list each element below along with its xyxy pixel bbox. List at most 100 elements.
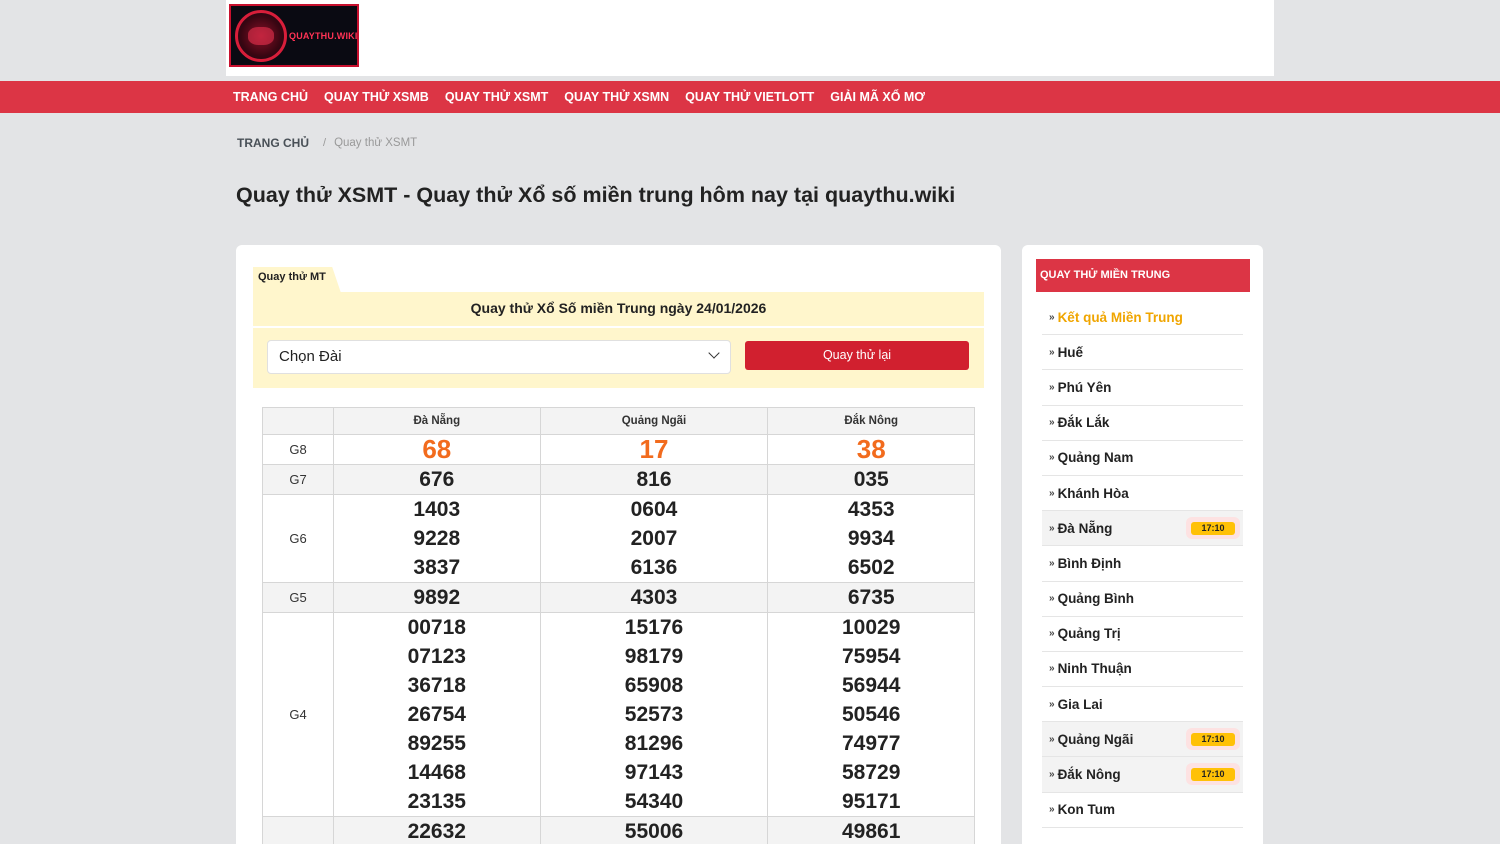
nav-home[interactable]: TRANG CHỦ — [233, 90, 308, 104]
result-number: 0604 — [630, 498, 678, 521]
nav-xsmn[interactable]: QUAY THỬ XSMN — [564, 90, 669, 104]
sidebar-item[interactable]: » Quảng Trị — [1042, 617, 1243, 652]
table-row: G5 9892 4303 6735 — [262, 582, 975, 613]
divider — [253, 326, 984, 328]
result-number: 36718 — [407, 674, 466, 697]
result-cell: 676 — [333, 464, 541, 495]
header-prize — [262, 407, 334, 435]
page-title: Quay thử XSMT - Quay thử Xổ số miền trun… — [236, 183, 956, 207]
header-station: Đắk Nông — [767, 407, 975, 435]
sidebar-item-label: Đắk Lắk — [1057, 415, 1110, 431]
result-number: 52573 — [624, 703, 684, 726]
sidebar-item[interactable]: » Đắk Lắk — [1042, 406, 1243, 441]
sidebar-item[interactable]: » Đắk Nông 17:10 — [1042, 757, 1243, 793]
result-number: 97143 — [624, 761, 684, 784]
double-chevron-right-icon: » — [1049, 522, 1055, 534]
result-cell: 035 — [767, 464, 975, 495]
lottery-panel: Quay thử MT Quay thử Xổ Số miền Trung ng… — [236, 245, 1001, 844]
nav-dream-decoder[interactable]: GIẢI MÃ XỔ MƠ — [830, 90, 925, 104]
result-cell: 38 — [767, 434, 975, 465]
sidebar-item[interactable]: » Khánh Hòa — [1042, 476, 1243, 512]
result-number: 95171 — [842, 790, 901, 813]
result-number: 50546 — [842, 703, 901, 726]
sidebar-item-label: Quảng Bình — [1057, 591, 1135, 607]
sidebar-item[interactable]: » Phú Yên — [1042, 370, 1243, 406]
sidebar-item[interactable]: » Kon Tum — [1042, 793, 1243, 828]
breadcrumb-current: Quay thử XSMT — [334, 137, 418, 149]
retry-button[interactable]: Quay thử lại — [745, 341, 969, 370]
time-badge-wrap: 17:10 — [1186, 517, 1240, 540]
result-number: 3837 — [413, 556, 461, 579]
nav-xsmt[interactable]: QUAY THỬ XSMT — [445, 90, 548, 104]
nav-vietlott[interactable]: QUAY THỬ VIETLOTT — [685, 90, 814, 104]
result-number: 17 — [639, 434, 669, 464]
sidebar-item[interactable]: » Bình Định — [1042, 546, 1243, 582]
breadcrumb-separator: / — [323, 137, 327, 149]
header-station: Quảng Ngãi — [539, 407, 769, 435]
result-cell: 68 — [333, 434, 541, 465]
double-chevron-right-icon: » — [1049, 698, 1055, 710]
sidebar-item[interactable]: » Kết quả Miền Trung — [1042, 300, 1243, 336]
result-number: 4353 — [847, 498, 895, 521]
breadcrumb-home[interactable]: TRANG CHỦ — [237, 136, 309, 150]
result-number: 89255 — [407, 732, 466, 755]
result-cell: 6735 — [767, 582, 975, 613]
time-badge: 17:10 — [1191, 768, 1235, 782]
prize-label: G4 — [262, 612, 334, 817]
time-badge: 17:10 — [1191, 733, 1235, 747]
result-number: 676 — [419, 468, 455, 491]
result-cell: 4303 — [539, 582, 769, 613]
prize-label: G7 — [262, 464, 334, 495]
result-number: 1403 — [413, 498, 461, 521]
sidebar-item-label: Quảng Trị — [1057, 626, 1121, 642]
result-cell: 00718 07123 36718 26754 89255 14468 23135 — [333, 612, 541, 817]
prize-label: G6 — [262, 494, 334, 583]
result-number: 9228 — [413, 527, 461, 550]
sidebar-item-label: Quảng Ngãi — [1057, 731, 1134, 747]
result-number: 38 — [856, 434, 886, 464]
result-cell: 1403 9228 3837 — [333, 494, 541, 583]
result-number: 65908 — [624, 674, 684, 697]
station-select[interactable]: Chọn Đài — [267, 340, 731, 374]
sidebar-item-label: Ninh Thuận — [1057, 661, 1132, 677]
result-number: 6735 — [847, 586, 895, 609]
nav-xsmb[interactable]: QUAY THỬ XSMB — [324, 90, 429, 104]
double-chevron-right-icon: » — [1049, 804, 1055, 816]
sidebar-list: » Kết quả Miền Trung» Huế» Phú Yên» Đắk Lắk»… — [1042, 300, 1243, 828]
station-select-value: Chọn Đài — [279, 348, 342, 365]
table-row: G6 1403 9228 3837 0604 2007 6136 4353 9934 6502 — [262, 494, 975, 583]
result-number: 68 — [422, 434, 452, 464]
sidebar-item[interactable]: » Quảng Nam — [1042, 441, 1243, 476]
sidebar-item-label: Huế — [1057, 344, 1084, 360]
time-badge-wrap: 17:10 — [1186, 728, 1240, 751]
result-number: 49861 — [842, 820, 901, 843]
result-cell: 816 — [539, 464, 769, 495]
result-number: 4303 — [630, 586, 678, 609]
double-chevron-right-icon: » — [1049, 557, 1055, 569]
result-number: 6136 — [630, 556, 678, 579]
sidebar-item-label: Đắk Nông — [1057, 767, 1121, 783]
sidebar-item-label: Kon Tum — [1057, 802, 1116, 818]
result-cell: 15176 98179 65908 52573 81296 97143 54340 — [539, 612, 769, 817]
sidebar-item-label: Gia Lai — [1057, 696, 1103, 712]
double-chevron-right-icon: » — [1049, 593, 1055, 605]
sidebar-item-label: Bình Định — [1057, 555, 1122, 571]
sidebar-item[interactable]: » Quảng Ngãi 17:10 — [1042, 722, 1243, 758]
double-chevron-right-icon: » — [1049, 452, 1055, 464]
prize-label — [262, 816, 334, 844]
sidebar: QUAY THỬ MIỀN TRUNG » Kết quả Miền Trung»… — [1022, 245, 1263, 844]
result-number: 10029 — [842, 616, 901, 639]
site-logo[interactable]: QUAYTHU.WIKI — [229, 4, 359, 67]
result-number: 6502 — [847, 556, 895, 579]
sidebar-item[interactable]: » Đà Nẵng 17:10 — [1042, 511, 1243, 547]
double-chevron-right-icon: » — [1049, 663, 1055, 675]
result-number: 56944 — [842, 674, 901, 697]
sidebar-item[interactable]: » Quảng Bình — [1042, 582, 1243, 617]
chevron-down-icon — [708, 347, 720, 359]
result-number: 23135 — [407, 790, 466, 813]
sidebar-item[interactable]: » Gia Lai — [1042, 687, 1243, 723]
tab-quay-thu-mt[interactable]: Quay thử MT — [253, 267, 341, 293]
result-number: 55006 — [624, 820, 684, 843]
sidebar-item[interactable]: » Huế — [1042, 335, 1243, 371]
sidebar-item[interactable]: » Ninh Thuận — [1042, 652, 1243, 688]
